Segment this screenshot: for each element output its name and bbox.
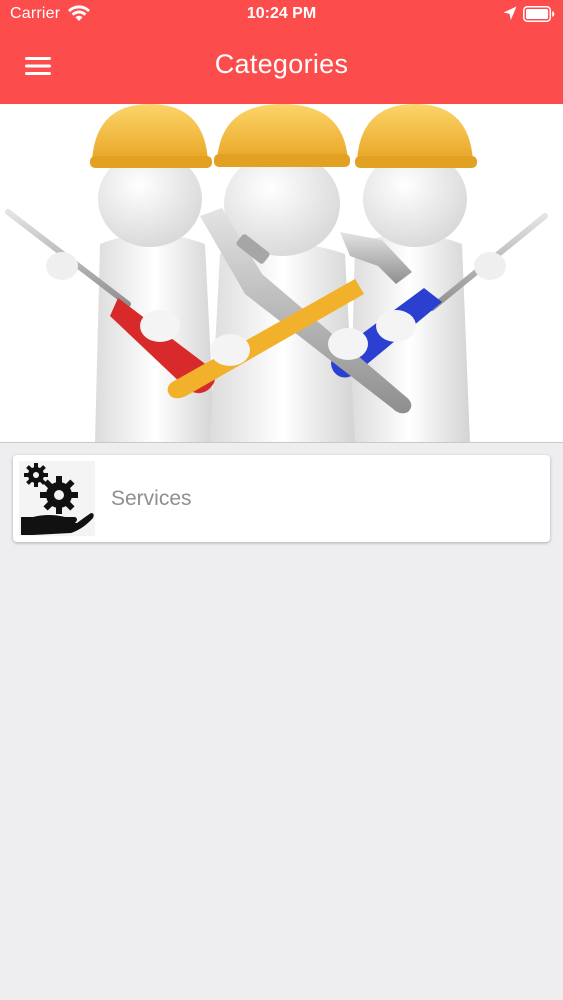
page-title: Categories xyxy=(214,49,349,79)
category-thumbnail xyxy=(19,461,95,536)
header: Carrier 10:24 PM Categories xyxy=(0,0,563,104)
app-screen: Carrier 10:24 PM Categories Services xyxy=(0,0,563,1000)
navigation-bar: Categories xyxy=(0,30,563,104)
location-arrow-icon xyxy=(503,6,517,20)
banner-divider xyxy=(0,442,563,443)
category-item-services[interactable]: Services xyxy=(13,455,550,542)
category-label: Services xyxy=(111,487,192,510)
status-bar: Carrier 10:24 PM xyxy=(0,0,563,30)
banner-image xyxy=(0,104,563,442)
gears-in-hand-icon xyxy=(21,463,94,535)
workers-illustration xyxy=(0,104,563,442)
battery-icon xyxy=(523,6,555,22)
status-time: 10:24 PM xyxy=(246,5,317,22)
